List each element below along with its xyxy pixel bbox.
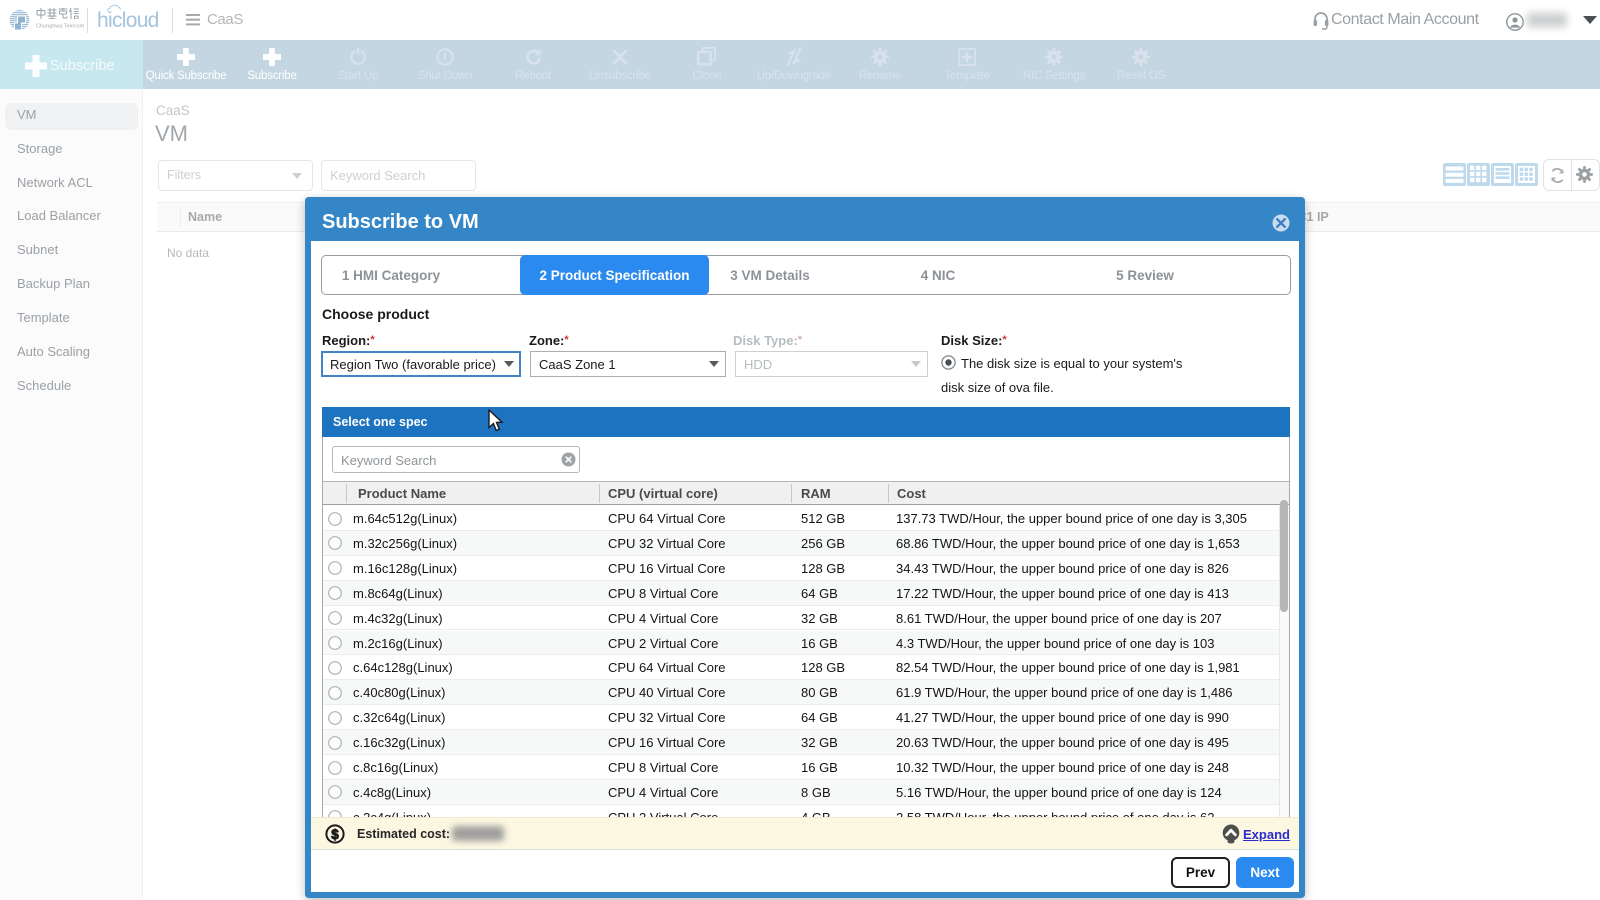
svg-text:$: $ (331, 827, 339, 842)
